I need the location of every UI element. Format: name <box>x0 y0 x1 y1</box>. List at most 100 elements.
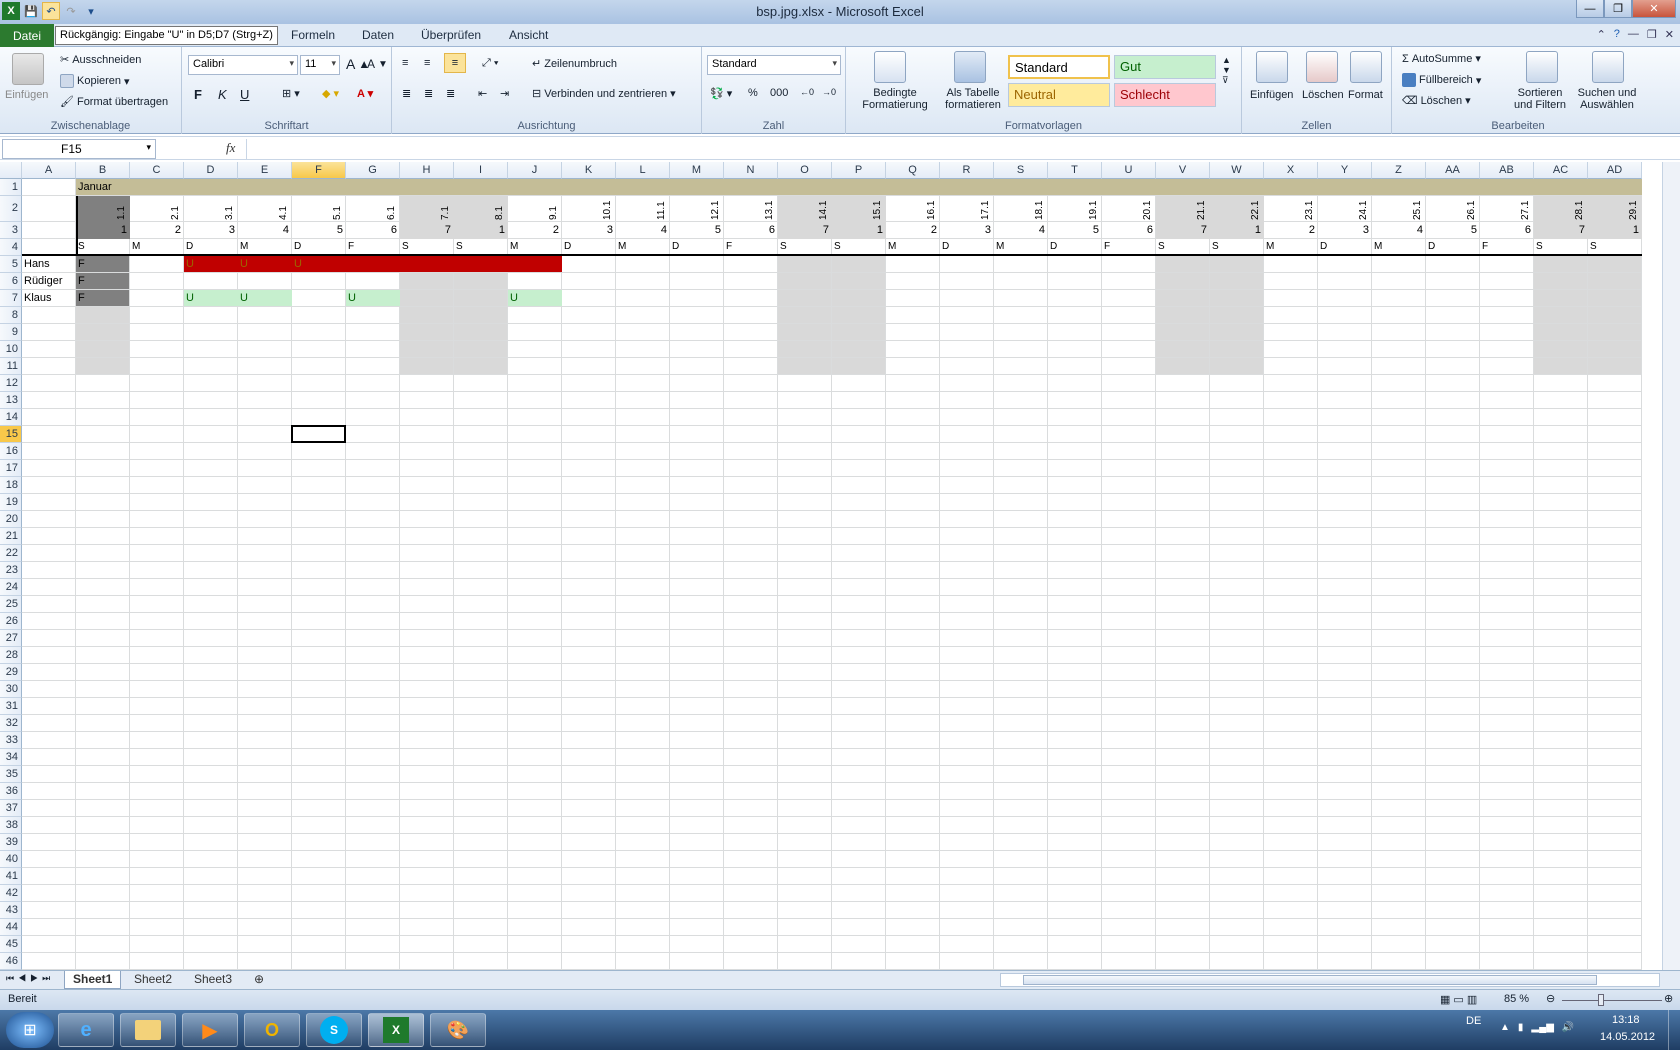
selected-cell[interactable] <box>291 425 346 443</box>
sheet-tab-1[interactable]: Sheet1 <box>64 971 122 989</box>
fill-color-icon[interactable]: ◆ ▾ <box>322 87 339 100</box>
style-neutral[interactable]: Neutral <box>1008 83 1110 107</box>
row-header-3[interactable]: 3 <box>0 222 22 239</box>
row-header-29[interactable]: 29 <box>0 664 22 681</box>
column-header-z[interactable]: Z <box>1372 162 1426 179</box>
find-select-icon[interactable] <box>1592 51 1624 83</box>
wrap-text-button[interactable]: ↵ Zeilenumbruch <box>532 57 617 71</box>
row-header-31[interactable]: 31 <box>0 698 22 715</box>
delete-cells-icon[interactable] <box>1306 51 1338 83</box>
normal-view-icon[interactable]: ▦ <box>1440 993 1450 1006</box>
row-header-19[interactable]: 19 <box>0 494 22 511</box>
entry-vacation[interactable]: U <box>238 290 292 306</box>
doc-restore-icon[interactable]: ❐ <box>1647 28 1657 41</box>
horizontal-scrollbar[interactable] <box>1000 973 1660 987</box>
column-header-j[interactable]: J <box>508 162 562 179</box>
format-table-icon[interactable] <box>954 51 986 83</box>
row-header-34[interactable]: 34 <box>0 749 22 766</box>
row-header-44[interactable]: 44 <box>0 919 22 936</box>
column-header-b[interactable]: B <box>76 162 130 179</box>
row-header-1[interactable]: 1 <box>0 179 22 196</box>
formula-input[interactable] <box>246 139 1662 159</box>
column-header-o[interactable]: O <box>778 162 832 179</box>
skype-icon[interactable]: S <box>306 1013 362 1047</box>
row-header-39[interactable]: 39 <box>0 834 22 851</box>
font-color-icon[interactable]: A ▾ <box>357 87 373 100</box>
media-player-icon[interactable]: ▶ <box>182 1013 238 1047</box>
column-header-q[interactable]: Q <box>886 162 940 179</box>
align-top-icon[interactable]: ≡ <box>402 57 408 69</box>
row-header-10[interactable]: 10 <box>0 341 22 358</box>
row-header-17[interactable]: 17 <box>0 460 22 477</box>
style-standard[interactable]: Standard <box>1008 55 1110 79</box>
row-header-4[interactable]: 4 <box>0 239 22 256</box>
tray-network-icon[interactable]: ▮ <box>1518 1022 1524 1033</box>
shrink-font-icon[interactable]: A ▼ <box>367 57 388 71</box>
row-header-38[interactable]: 38 <box>0 817 22 834</box>
paste-button[interactable]: Einfügen <box>5 89 48 101</box>
format-cells-button[interactable]: Format <box>1348 89 1383 101</box>
column-header-n[interactable]: N <box>724 162 778 179</box>
tray-up-icon[interactable]: ▲ <box>1500 1022 1510 1033</box>
column-header-c[interactable]: C <box>130 162 184 179</box>
row-header-45[interactable]: 45 <box>0 936 22 953</box>
row-header-25[interactable]: 25 <box>0 596 22 613</box>
employee-name[interactable]: Rüdiger <box>24 273 63 289</box>
row-header-28[interactable]: 28 <box>0 647 22 664</box>
entry-holiday[interactable]: F <box>76 256 130 272</box>
row-header-20[interactable]: 20 <box>0 511 22 528</box>
borders-icon[interactable]: ⊞ ▾ <box>282 87 300 100</box>
insert-sheet-icon[interactable]: ⊕ <box>246 971 272 989</box>
style-schlecht[interactable]: Schlecht <box>1114 83 1216 107</box>
bold-button[interactable]: F <box>194 87 202 102</box>
close-button[interactable]: ✕ <box>1632 0 1676 18</box>
column-header-y[interactable]: Y <box>1318 162 1372 179</box>
sort-filter-icon[interactable] <box>1526 51 1558 83</box>
vertical-scrollbar[interactable] <box>1662 162 1680 970</box>
select-all-corner[interactable] <box>0 162 22 179</box>
excel-taskbar-icon[interactable]: X <box>368 1013 424 1047</box>
tray-signal-icon[interactable]: ▂▄▆ <box>1531 1022 1553 1033</box>
minimize-ribbon-icon[interactable]: ⌃ <box>1597 28 1606 41</box>
delete-cells-button[interactable]: Löschen <box>1302 89 1344 101</box>
align-center-icon[interactable]: ≣ <box>424 87 433 100</box>
row-header-26[interactable]: 26 <box>0 613 22 630</box>
row-header-9[interactable]: 9 <box>0 324 22 341</box>
tab-data[interactable]: Daten <box>362 28 394 42</box>
row-header-30[interactable]: 30 <box>0 681 22 698</box>
show-desktop-button[interactable] <box>1668 1010 1680 1050</box>
paste-icon[interactable] <box>12 53 44 85</box>
column-header-d[interactable]: D <box>184 162 238 179</box>
insert-cells-icon[interactable] <box>1256 51 1288 83</box>
copy-button[interactable]: Kopieren ▾ <box>60 74 130 88</box>
align-right-icon[interactable]: ≣ <box>446 87 455 100</box>
font-name-select[interactable]: Calibri <box>188 55 298 75</box>
entry-vacation[interactable]: U <box>238 256 292 272</box>
cut-button[interactable]: ✂ Ausschneiden <box>60 53 141 67</box>
column-header-g[interactable]: G <box>346 162 400 179</box>
autosum-button[interactable]: Σ AutoSumme ▾ <box>1402 52 1481 66</box>
doc-close-icon[interactable]: ✕ <box>1665 28 1674 41</box>
percent-button[interactable]: % <box>748 87 758 99</box>
paint-icon[interactable]: 🎨 <box>430 1013 486 1047</box>
row-header-7[interactable]: 7 <box>0 290 22 307</box>
row-header-37[interactable]: 37 <box>0 800 22 817</box>
tab-view[interactable]: Ansicht <box>509 28 548 42</box>
number-format-select[interactable]: Standard <box>707 55 841 75</box>
entry-holiday[interactable]: F <box>76 290 130 306</box>
row-header-16[interactable]: 16 <box>0 443 22 460</box>
language-indicator[interactable]: DE <box>1466 1015 1481 1027</box>
column-header-a[interactable]: A <box>22 162 76 179</box>
row-header-42[interactable]: 42 <box>0 885 22 902</box>
decrease-indent-icon[interactable]: ⇤ <box>478 87 487 100</box>
insert-cells-button[interactable]: Einfügen <box>1250 89 1293 101</box>
conditional-format-button[interactable]: Bedingte Formatierung <box>852 87 938 111</box>
increase-indent-icon[interactable]: ⇥ <box>500 87 509 100</box>
format-cells-icon[interactable] <box>1350 51 1382 83</box>
horizontal-scroll-thumb[interactable] <box>1023 975 1597 985</box>
thousands-button[interactable]: 000 <box>770 87 788 99</box>
find-select-button[interactable]: Suchen und Auswählen <box>1572 87 1642 111</box>
column-header-ac[interactable]: AC <box>1534 162 1588 179</box>
conditional-format-icon[interactable] <box>874 51 906 83</box>
entry-holiday[interactable]: F <box>76 273 130 289</box>
